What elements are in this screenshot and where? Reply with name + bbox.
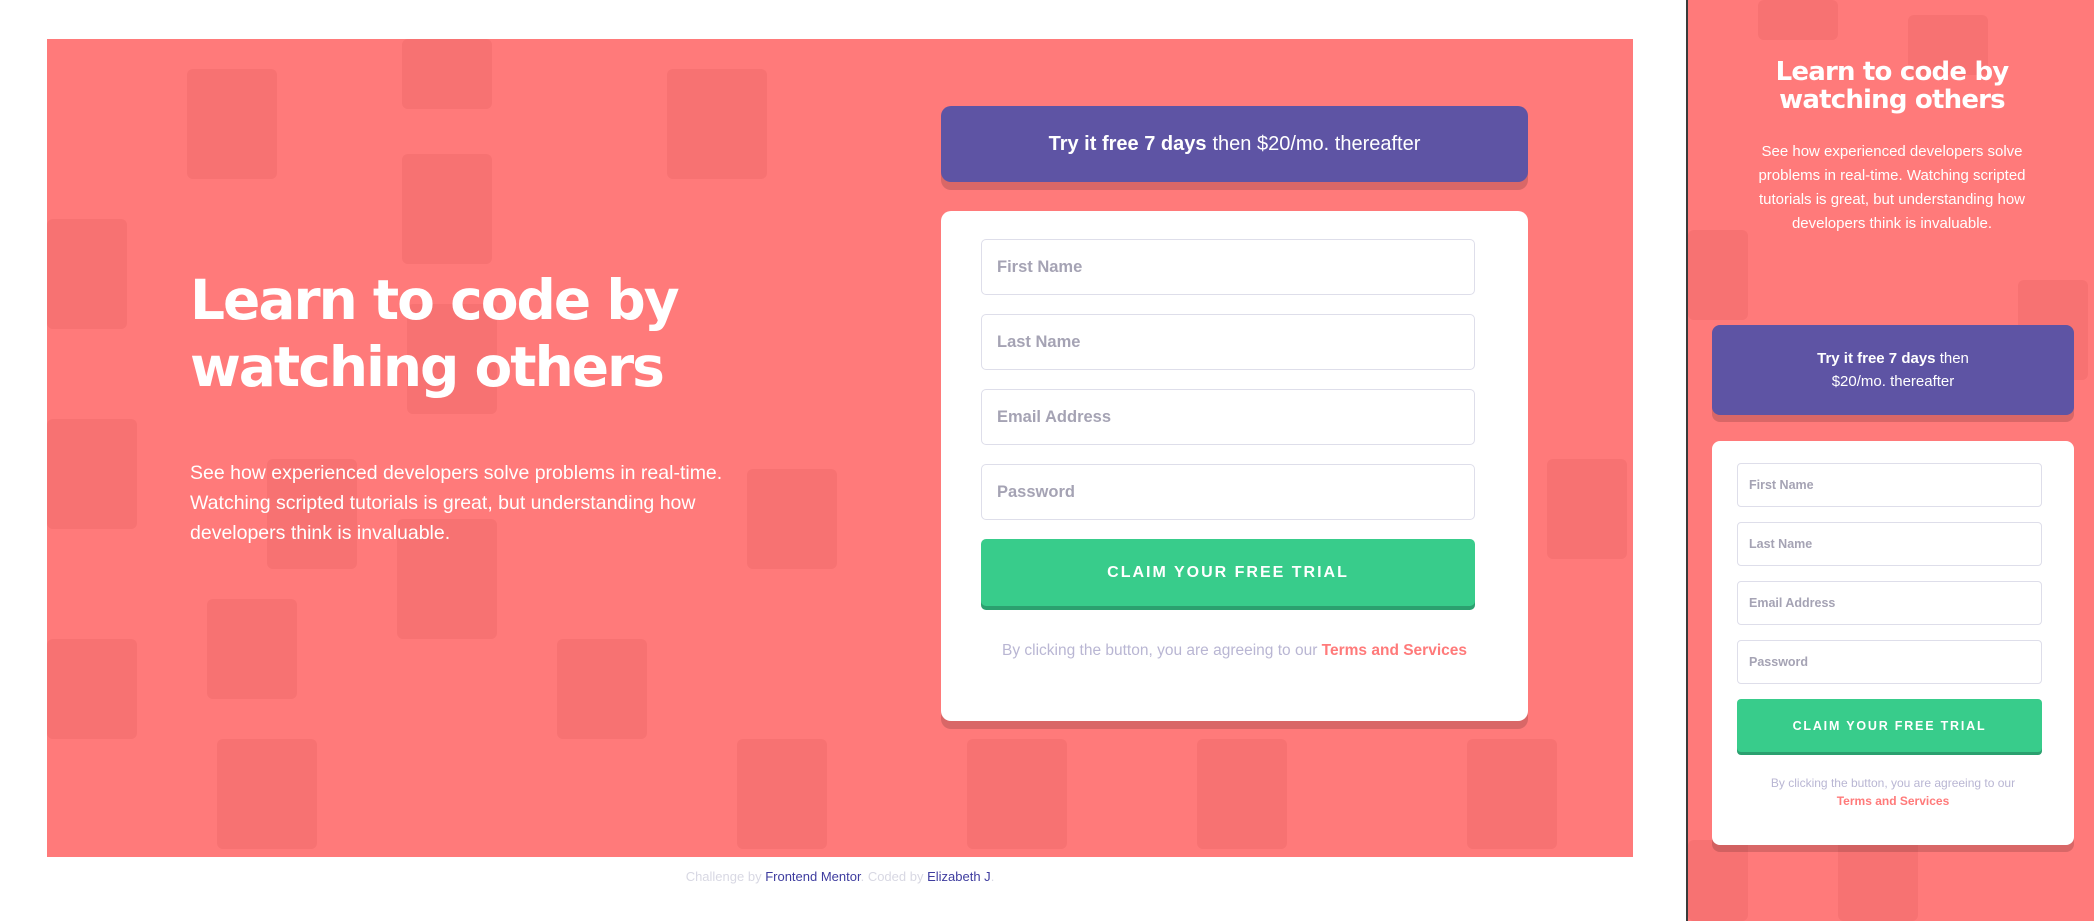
- mobile-claim-trial-button[interactable]: CLAIM YOUR FREE TRIAL: [1737, 699, 2042, 752]
- footer-challenge-by: Challenge by: [685, 869, 762, 884]
- mobile-trial-banner: Try it free 7 days then $20/mo. thereaft…: [1712, 325, 2074, 415]
- last-name-placeholder: Last Name: [997, 332, 1081, 351]
- terms-link[interactable]: Terms and Services: [1322, 642, 1467, 659]
- claim-trial-button[interactable]: CLAIM YOUR FREE TRIAL: [981, 539, 1475, 606]
- trial-banner-bold: Try it free 7 days: [1048, 132, 1207, 155]
- mobile-first-name-field[interactable]: First Name: [1737, 463, 2042, 507]
- description-line-2: Watching scripted tutorials is great, bu…: [190, 492, 696, 514]
- attribution-footer: Challenge by Frontend Mentor. Coded by E…: [47, 869, 1633, 884]
- email-placeholder: Email Address: [997, 407, 1112, 426]
- title-line-2: watching others: [190, 335, 665, 399]
- mobile-last-name-placeholder: Last Name: [1749, 537, 1813, 551]
- first-name-field[interactable]: First Name: [981, 239, 1475, 295]
- mobile-page-title: Learn to code by watching others: [1688, 58, 2094, 114]
- frontend-mentor-link[interactable]: Frontend Mentor: [765, 869, 860, 884]
- mobile-hero-description: See how experienced developers solve pro…: [1758, 143, 2026, 232]
- email-field[interactable]: Email Address: [981, 389, 1475, 445]
- preview-gap: [1633, 0, 1686, 921]
- hero-description: See how experienced developers solve pro…: [190, 458, 790, 548]
- password-field[interactable]: Password: [981, 464, 1475, 520]
- mobile-trial-banner-bold: Try it free 7 days: [1817, 350, 1936, 367]
- hero: Learn to code by watching others See how…: [190, 267, 730, 548]
- page-title: Learn to code by watching others: [190, 267, 730, 401]
- mobile-title-line-1: Learn to code by: [1775, 57, 2010, 87]
- footer-coded-by: . Coded by: [860, 869, 924, 884]
- mobile-signup-form: First Name Last Name Email Address Passw…: [1712, 441, 2074, 845]
- mobile-terms-link[interactable]: Terms and Services: [1837, 794, 1950, 808]
- terms-notice: By clicking the button, you are agreeing…: [981, 642, 1488, 660]
- author-link[interactable]: Elizabeth J: [927, 869, 991, 884]
- description-line-1: See how experienced developers solve pro…: [190, 462, 723, 484]
- mobile-password-field[interactable]: Password: [1737, 640, 2042, 684]
- mobile-preview: Learn to code by watching others See how…: [1686, 0, 2094, 921]
- mobile-title-line-2: watching others: [1779, 85, 2006, 115]
- description-line-3: developers think is invaluable.: [190, 522, 451, 544]
- terms-prefix: By clicking the button, you are agreeing…: [1002, 642, 1318, 659]
- footer-end: .: [990, 869, 995, 884]
- first-name-placeholder: First Name: [997, 257, 1083, 276]
- trial-banner: Try it free 7 days then $20/mo. thereaft…: [941, 106, 1528, 182]
- mobile-email-field[interactable]: Email Address: [1737, 581, 2042, 625]
- last-name-field[interactable]: Last Name: [981, 314, 1475, 370]
- title-line-1: Learn to code by: [190, 268, 680, 332]
- mobile-password-placeholder: Password: [1749, 655, 1809, 669]
- mobile-terms-prefix: By clicking the button, you are agreeing…: [1770, 776, 2016, 790]
- password-placeholder: Password: [997, 482, 1075, 501]
- trial-banner-price: then $20/mo. thereafter: [1212, 132, 1421, 155]
- mobile-terms-notice: By clicking the button, you are agreeing…: [1737, 774, 2049, 810]
- mobile-email-placeholder: Email Address: [1749, 596, 1836, 610]
- signup-form: First Name Last Name Email Address Passw…: [941, 211, 1528, 721]
- mobile-first-name-placeholder: First Name: [1749, 478, 1814, 492]
- mobile-trial-banner-text: Try it free 7 days then $20/mo. thereaft…: [1792, 347, 1994, 393]
- mobile-last-name-field[interactable]: Last Name: [1737, 522, 2042, 566]
